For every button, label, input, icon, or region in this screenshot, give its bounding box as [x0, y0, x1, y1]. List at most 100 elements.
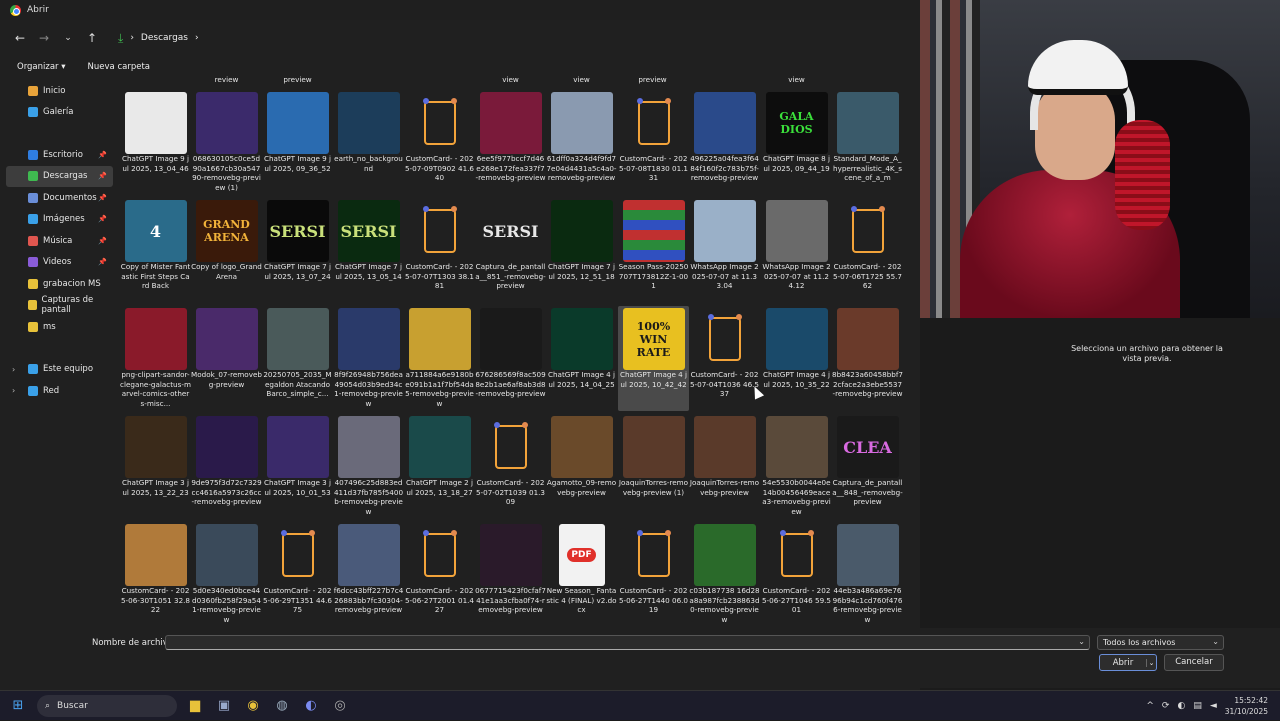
file-item[interactable]: Season Pass-20250707T173812Z-1-001 — [618, 198, 689, 303]
file-item[interactable]: Modok_07-removebg-preview — [191, 306, 262, 411]
sidebar-item-m-sica[interactable]: Música 📌 — [6, 230, 113, 252]
file-item[interactable]: c03b187738 16d28a8a987fcb238863d0-remove… — [689, 522, 760, 627]
file-item[interactable]: 0677715423f0cfaf741e1aa3cfba0f74-removeb… — [475, 522, 546, 627]
search-placeholder: Buscar — [57, 700, 88, 711]
up-button[interactable]: ↑ — [82, 28, 102, 48]
expand-chevron-icon[interactable]: › — [12, 386, 15, 395]
file-item[interactable]: 068630105c0ce5d90a1667cb30a54790-removeb… — [191, 90, 262, 195]
sidebar-item-documentos[interactable]: Documentos 📌 — [6, 187, 113, 209]
file-item[interactable]: WhatsApp Image 2025-07-07 at 11.33.04 — [689, 198, 760, 303]
file-item[interactable]: CustomCard- - 2025-07-08T1830 01.131 — [618, 90, 689, 195]
file-item[interactable]: CustomCard- - 2025-06-27T2001 01.427 — [404, 522, 475, 627]
clock[interactable]: 15:52:42 31/10/2025 — [1225, 695, 1268, 717]
organize-button[interactable]: Organizar ▾ — [17, 62, 66, 72]
file-item[interactable]: 5d0e340ed0bce44d0360fb258f29a541-removeb… — [191, 522, 262, 627]
discord-icon[interactable]: ◐ — [300, 695, 322, 717]
file-item[interactable]: ChatGPT Image 4 jul 2025, 14_04_25 — [546, 306, 617, 411]
file-item[interactable]: CustomCard- - 2025-06-30T1051 32.822 — [120, 522, 191, 627]
file-item[interactable]: CustomCard- - 2025-07-09T0902 41.640 — [404, 90, 475, 195]
sidebar-item-videos[interactable]: Videos 📌 — [6, 252, 113, 274]
file-item[interactable]: CustomCard- - 2025-07-02T1039 01.309 — [475, 414, 546, 519]
open-dropdown-icon[interactable]: ⌄ — [1146, 658, 1156, 667]
file-item[interactable]: 54e5530b0044e0e14b00456469eacea3-removeb… — [761, 414, 832, 519]
file-item[interactable]: GALA DIOS ChatGPT Image 8 jul 2025, 09_44… — [761, 90, 832, 195]
file-item[interactable]: PDF New Season_ Fantastic 4 (FINAL) v2.do… — [546, 522, 617, 627]
chrome-taskbar-icon[interactable]: ◉ — [242, 695, 264, 717]
app-icon[interactable]: ◎ — [329, 695, 351, 717]
file-item[interactable]: JoaquinTorres-removebg-preview — [689, 414, 760, 519]
file-item[interactable]: Standard_Mode_A_hyperrealistic_4K_scene_… — [832, 90, 903, 195]
file-item[interactable]: ChatGPT Image 3 jul 2025, 10_01_53 — [262, 414, 333, 519]
recent-locations-button[interactable]: ⌄ — [58, 28, 78, 48]
sidebar-item-este-equipo[interactable]: › Este equipo — [6, 359, 113, 381]
file-item[interactable]: ChatGPT Image 9 jul 2025, 09_36_52 — [262, 90, 333, 195]
file-item[interactable]: ChatGPT Image 9 jul 2025, 13_04_46 — [120, 90, 191, 195]
filetype-select[interactable]: Todos los archivos ⌄ — [1097, 635, 1224, 650]
sidebar-item-red[interactable]: › Red — [6, 380, 113, 402]
new-folder-button[interactable]: Nueva carpeta — [88, 62, 150, 72]
sidebar-item-inicio[interactable]: Inicio — [6, 80, 113, 102]
file-item[interactable]: 6ee5f977bccf7d46e268e172fea337f7-removeb… — [475, 90, 546, 195]
file-item[interactable]: WhatsApp Image 2025-07-07 at 11.24.12 — [761, 198, 832, 303]
file-item[interactable]: Agamotto_09-removebg-preview — [546, 414, 617, 519]
file-name: CustomCard- - 2025-06-30T1051 32.822 — [120, 586, 191, 615]
file-item[interactable]: CustomCard- - 2025-07-06T1725 55.762 — [832, 198, 903, 303]
open-button[interactable]: Abrir ⌄ — [1099, 654, 1157, 671]
file-item[interactable]: GRAND ARENA Copy of logo_GrandArena — [191, 198, 262, 303]
sidebar-item-ms[interactable]: ms — [6, 316, 113, 338]
file-item[interactable]: ChatGPT Image 7 jul 2025, 12_51_18 — [546, 198, 617, 303]
file-item[interactable]: 20250705_2035_Megaldon Atacando Barco_si… — [262, 306, 333, 411]
network-icon[interactable]: ▤ — [1193, 701, 1202, 711]
file-item[interactable]: 9de975f3d72c7329cc4616a5973c26cc-removeb… — [191, 414, 262, 519]
file-item[interactable]: png-clipart-sandor-clegane-galactus-marv… — [120, 306, 191, 411]
back-button[interactable]: ← — [10, 28, 30, 48]
file-item[interactable]: 61dff0a324d4f9fd77e04d4431a5c4a0-removeb… — [546, 90, 617, 195]
file-item[interactable]: JoaquinTorres-removebg-preview (1) — [618, 414, 689, 519]
file-item[interactable]: 100% WIN RATE ChatGPT Image 4 jul 2025, 1… — [618, 306, 689, 411]
filename-input[interactable]: ⌄ — [165, 635, 1090, 650]
file-item[interactable]: 4 Copy of Mister Fantastic First Steps Ca… — [120, 198, 191, 303]
file-item[interactable]: 8f9f26948b756dea49054d03b9ed34c1-removeb… — [333, 306, 404, 411]
sidebar-item-escritorio[interactable]: Escritorio 📌 — [6, 144, 113, 166]
sidebar-item-capturas-de-pantall[interactable]: Capturas de pantall — [6, 295, 113, 317]
file-item[interactable]: CustomCard- - 2025-06-29T1351 44.675 — [262, 522, 333, 627]
file-item[interactable]: ChatGPT Image 4 jul 2025, 10_35_22 — [761, 306, 832, 411]
file-item[interactable]: 496225a04fea3f6484f160f2c783b75f-removeb… — [689, 90, 760, 195]
forward-button[interactable]: → — [34, 28, 54, 48]
file-item[interactable]: CLEA Captura_de_pantalla__848_-removebg-p… — [832, 414, 903, 519]
volume-icon[interactable]: ◄ — [1210, 701, 1217, 711]
store-icon[interactable]: ▣ — [213, 695, 235, 717]
file-item[interactable]: CustomCard- - 2025-06-27T1046 59.501 — [761, 522, 832, 627]
steam-icon[interactable]: ◍ — [271, 695, 293, 717]
sync-icon[interactable]: ⟳ — [1162, 701, 1170, 711]
file-item[interactable]: SERSI Captura_de_pantalla__851_-removebg-… — [475, 198, 546, 303]
windows-start-icon[interactable]: ⊞ — [7, 695, 29, 717]
file-item[interactable]: ChatGPT Image 2 jul 2025, 13_18_27 — [404, 414, 475, 519]
breadcrumb[interactable]: ⤓ › Descargas › — [118, 31, 199, 46]
sidebar-item-grabacion-ms[interactable]: grabacion MS — [6, 273, 113, 295]
file-item[interactable]: 8b8423a60458bbf72cface2a3ebe5537-removeb… — [832, 306, 903, 411]
tray-expand-icon[interactable]: ^ — [1146, 701, 1154, 711]
file-item[interactable]: 44eb3a486a69e7696b94c1cd760f4766-removeb… — [832, 522, 903, 627]
sidebar-item-descargas[interactable]: Descargas 📌 — [6, 165, 113, 187]
file-item[interactable]: CustomCard- - 2025-06-27T1440 06.019 — [618, 522, 689, 627]
file-item[interactable]: CustomCard- - 2025-07-04T1036 46.537 — [689, 306, 760, 411]
file-item[interactable]: a711884a6e9180be091b1a1f7bf54da5-removeb… — [404, 306, 475, 411]
taskbar-search[interactable]: ⌕ Buscar — [37, 694, 177, 717]
sidebar-item-galer-a[interactable]: Galería — [6, 102, 113, 124]
file-item[interactable]: SERSI ChatGPT Image 7 jul 2025, 13_07_24 — [262, 198, 333, 303]
expand-chevron-icon[interactable]: › — [12, 365, 15, 374]
file-item[interactable]: CustomCard- - 2025-07-07T1303 38.181 — [404, 198, 475, 303]
file-item[interactable]: ChatGPT Image 3 jul 2025, 13_22_23 — [120, 414, 191, 519]
file-item[interactable]: 407496c25d883ed411d37fb785f5400b-removeb… — [333, 414, 404, 519]
file-item[interactable]: 676286569f8ac5098e2b1ae6af8ab3d8-removeb… — [475, 306, 546, 411]
file-item[interactable]: SERSI ChatGPT Image 7 jul 2025, 13_05_14 — [333, 198, 404, 303]
breadcrumb-descargas[interactable]: Descargas — [141, 33, 188, 43]
file-item[interactable]: earth_no_background — [333, 90, 404, 195]
file-item[interactable]: f6dcc43bff227b7c426883bb7fc30304-removeb… — [333, 522, 404, 627]
sidebar-item-im-genes[interactable]: Imágenes 📌 — [6, 209, 113, 231]
cancel-button[interactable]: Cancelar — [1164, 654, 1224, 671]
file-explorer-icon[interactable]: ▆ — [184, 695, 206, 717]
discord-tray-icon[interactable]: ◐ — [1177, 701, 1185, 711]
chevron-down-icon[interactable]: ⌄ — [1078, 637, 1085, 646]
